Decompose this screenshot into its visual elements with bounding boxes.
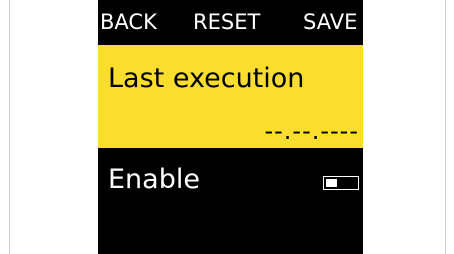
back-button[interactable]: BACK xyxy=(100,0,157,45)
left-border xyxy=(9,0,10,254)
top-toolbar: BACK RESET SAVE xyxy=(98,0,363,45)
last-execution-title: Last execution xyxy=(108,63,305,94)
enable-toggle[interactable] xyxy=(323,176,359,190)
enable-row[interactable]: Enable xyxy=(98,158,363,208)
toggle-knob xyxy=(326,179,337,187)
save-button[interactable]: SAVE xyxy=(303,0,357,45)
last-execution-value: --.--.---- xyxy=(264,117,359,145)
last-execution-card[interactable]: Last execution --.--.---- xyxy=(98,45,363,148)
app-frame: BACK RESET SAVE Last execution --.--.---… xyxy=(0,0,454,254)
enable-label: Enable xyxy=(108,164,200,195)
device-screen: BACK RESET SAVE Last execution --.--.---… xyxy=(98,0,363,254)
reset-button[interactable]: RESET xyxy=(193,0,260,45)
right-border xyxy=(445,0,446,254)
